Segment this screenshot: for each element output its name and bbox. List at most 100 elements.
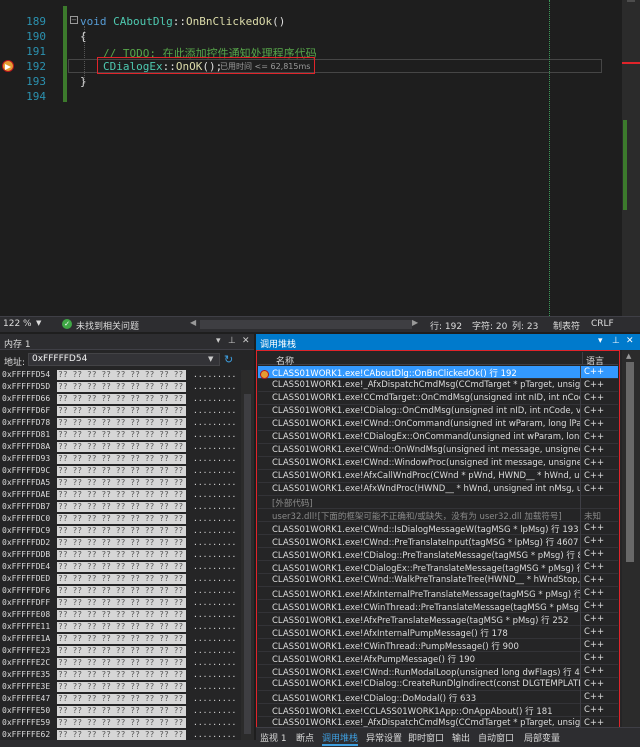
scroll-right-icon[interactable]: ▶ xyxy=(412,318,418,327)
memory-row[interactable]: 0xFFFFFE11 ?? ?? ?? ?? ?? ?? ?? ?? ??....… xyxy=(0,622,240,633)
memory-hex-bytes[interactable]: ?? ?? ?? ?? ?? ?? ?? ?? ?? xyxy=(57,694,186,704)
collapse-toggle-icon[interactable]: − xyxy=(70,16,78,24)
line-ending[interactable]: CRLF xyxy=(591,319,614,329)
memory-row[interactable]: 0xFFFFFD93 ?? ?? ?? ?? ?? ?? ?? ?? ??....… xyxy=(0,454,240,465)
memory-row[interactable]: 0xFFFFFE62 ?? ?? ?? ?? ?? ?? ?? ?? ??....… xyxy=(0,730,240,740)
refresh-icon[interactable]: ↻ xyxy=(224,353,233,366)
memory-row[interactable]: 0xFFFFFD78 ?? ?? ?? ?? ?? ?? ?? ?? ??....… xyxy=(0,418,240,429)
memory-row[interactable]: 0xFFFFFDFF ?? ?? ?? ?? ?? ?? ?? ?? ??....… xyxy=(0,598,240,609)
memory-hex-bytes[interactable]: ?? ?? ?? ?? ?? ?? ?? ?? ?? xyxy=(57,514,186,524)
memory-hex-bytes[interactable]: ?? ?? ?? ?? ?? ?? ?? ?? ?? xyxy=(57,562,186,572)
zoom-level[interactable]: 122 % xyxy=(3,319,32,329)
memory-row[interactable]: 0xFFFFFD54 ?? ?? ?? ?? ?? ?? ?? ?? ??....… xyxy=(0,370,240,381)
memory-hex-bytes[interactable]: ?? ?? ?? ?? ?? ?? ?? ?? ?? xyxy=(57,490,186,500)
tab-3[interactable]: 调用堆栈 xyxy=(322,731,359,746)
memory-hex-bytes[interactable]: ?? ?? ?? ?? ?? ?? ?? ?? ?? xyxy=(57,478,186,488)
memory-hex-bytes[interactable]: ?? ?? ?? ?? ?? ?? ?? ?? ?? xyxy=(57,658,186,668)
current-statement-breakpoint-icon[interactable] xyxy=(2,60,14,72)
memory-hex-bytes[interactable]: ?? ?? ?? ?? ?? ?? ?? ?? ?? xyxy=(57,622,186,632)
issues-status[interactable]: 未找到相关问题 xyxy=(76,319,139,332)
memory-hex-bytes[interactable]: ?? ?? ?? ?? ?? ?? ?? ?? ?? xyxy=(57,706,186,716)
memory-row[interactable]: 0xFFFFFDE4 ?? ?? ?? ?? ?? ?? ?? ?? ??....… xyxy=(0,562,240,573)
dropdown-icon[interactable]: ▾ xyxy=(216,336,221,346)
close-icon[interactable]: ✕ xyxy=(242,336,250,346)
memory-row[interactable]: 0xFFFFFE3E ?? ?? ?? ?? ?? ?? ?? ?? ??....… xyxy=(0,682,240,693)
memory-row[interactable]: 0xFFFFFDA5 ?? ?? ?? ?? ?? ?? ?? ?? ??....… xyxy=(0,478,240,489)
memory-hex-bytes[interactable]: ?? ?? ?? ?? ?? ?? ?? ?? ?? xyxy=(57,394,186,404)
code-line-190[interactable]: { xyxy=(80,30,87,43)
memory-row[interactable]: 0xFFFFFDD2 ?? ?? ?? ?? ?? ?? ?? ?? ??....… xyxy=(0,538,240,549)
memory-row[interactable]: 0xFFFFFDB7 ?? ?? ?? ?? ?? ?? ?? ?? ??....… xyxy=(0,502,240,513)
memory-hex-bytes[interactable]: ?? ?? ?? ?? ?? ?? ?? ?? ?? xyxy=(57,406,186,416)
memory-hex-bytes[interactable]: ?? ?? ?? ?? ?? ?? ?? ?? ?? xyxy=(57,646,186,656)
memory-hex-bytes[interactable]: ?? ?? ?? ?? ?? ?? ?? ?? ?? xyxy=(57,382,186,392)
memory-row[interactable]: 0xFFFFFE1A ?? ?? ?? ?? ?? ?? ?? ?? ??....… xyxy=(0,634,240,645)
tab-6[interactable]: 输出 xyxy=(452,731,470,744)
memory-hex-bytes[interactable]: ?? ?? ?? ?? ?? ?? ?? ?? ?? xyxy=(57,454,186,464)
scroll-left-icon[interactable]: ◀ xyxy=(190,318,196,327)
line-number: 192 xyxy=(26,60,46,73)
memory-hex-bytes[interactable]: ?? ?? ?? ?? ?? ?? ?? ?? ?? xyxy=(57,718,186,728)
memory-row[interactable]: 0xFFFFFD81 ?? ?? ?? ?? ?? ?? ?? ?? ??....… xyxy=(0,430,240,441)
indent-mode[interactable]: 制表符 xyxy=(553,319,580,332)
address-input[interactable]: 0xFFFFFD54 xyxy=(28,353,220,366)
code-line-189[interactable]: void CAboutDlg::OnBnClickedOk() xyxy=(80,15,285,28)
memory-row[interactable]: 0xFFFFFE2C ?? ?? ?? ?? ?? ?? ?? ?? ??....… xyxy=(0,658,240,669)
memory-hex-bytes[interactable]: ?? ?? ?? ?? ?? ?? ?? ?? ?? xyxy=(57,502,186,512)
memory-hex-bytes[interactable]: ?? ?? ?? ?? ?? ?? ?? ?? ?? xyxy=(57,670,186,680)
memory-row[interactable]: 0xFFFFFE50 ?? ?? ?? ?? ?? ?? ?? ?? ??....… xyxy=(0,706,240,717)
tab-7[interactable]: 自动窗口 xyxy=(478,731,514,744)
tab-8[interactable]: 局部变量 xyxy=(524,731,560,744)
memory-row[interactable]: 0xFFFFFD6F ?? ?? ?? ?? ?? ?? ?? ?? ??....… xyxy=(0,406,240,417)
memory-hex-bytes[interactable]: ?? ?? ?? ?? ?? ?? ?? ?? ?? xyxy=(57,442,186,452)
memory-hex-bytes[interactable]: ?? ?? ?? ?? ?? ?? ?? ?? ?? xyxy=(57,466,186,476)
memory-hex-bytes[interactable]: ?? ?? ?? ?? ?? ?? ?? ?? ?? xyxy=(57,550,186,560)
tab-5[interactable]: 即时窗口 xyxy=(408,731,444,744)
memory-hex-bytes[interactable]: ?? ?? ?? ?? ?? ?? ?? ?? ?? xyxy=(57,598,186,608)
memory-window-titlebar[interactable]: 内存 1 ▾ ⊥ ✕ xyxy=(0,334,254,350)
memory-row[interactable]: 0xFFFFFDF6 ?? ?? ?? ?? ?? ?? ?? ?? ??....… xyxy=(0,586,240,597)
chevron-down-icon[interactable]: ▼ xyxy=(36,319,41,327)
memory-hex-bytes[interactable]: ?? ?? ?? ?? ?? ?? ?? ?? ?? xyxy=(57,730,186,740)
memory-row[interactable]: 0xFFFFFE47 ?? ?? ?? ?? ?? ?? ?? ?? ??....… xyxy=(0,694,240,705)
callstack-titlebar[interactable]: 调用堆栈 ▾ ⊥ ✕ xyxy=(256,334,640,350)
memory-row[interactable]: 0xFFFFFD9C ?? ?? ?? ?? ?? ?? ?? ?? ??....… xyxy=(0,466,240,477)
memory-row[interactable]: 0xFFFFFDDB ?? ?? ?? ?? ?? ?? ?? ?? ??....… xyxy=(0,550,240,561)
memory-hex-bytes[interactable]: ?? ?? ?? ?? ?? ?? ?? ?? ?? xyxy=(57,634,186,644)
memory-row[interactable]: 0xFFFFFE23 ?? ?? ?? ?? ?? ?? ?? ?? ??....… xyxy=(0,646,240,657)
memory-row[interactable]: 0xFFFFFE59 ?? ?? ?? ?? ?? ?? ?? ?? ??....… xyxy=(0,718,240,729)
code-line-193[interactable]: } xyxy=(80,75,87,88)
chevron-down-icon[interactable]: ▼ xyxy=(208,355,213,363)
tab-1[interactable]: 监视 1 xyxy=(260,731,287,744)
memory-row[interactable]: 0xFFFFFDED ?? ?? ?? ?? ?? ?? ?? ?? ??....… xyxy=(0,574,240,585)
memory-row[interactable]: 0xFFFFFD5D ?? ?? ?? ?? ?? ?? ?? ?? ??....… xyxy=(0,382,240,393)
memory-hex-bytes[interactable]: ?? ?? ?? ?? ?? ?? ?? ?? ?? xyxy=(57,538,186,548)
perf-tip[interactable]: 已用时间 <= 62,815ms xyxy=(220,61,310,72)
memory-row[interactable]: 0xFFFFFDC0 ?? ?? ?? ?? ?? ?? ?? ?? ??....… xyxy=(0,514,240,525)
memory-row[interactable]: 0xFFFFFDC9 ?? ?? ?? ?? ?? ?? ?? ?? ??....… xyxy=(0,526,240,537)
memory-row[interactable]: 0xFFFFFDAE ?? ?? ?? ?? ?? ?? ?? ?? ??....… xyxy=(0,490,240,501)
memory-hex-bytes[interactable]: ?? ?? ?? ?? ?? ?? ?? ?? ?? xyxy=(57,418,186,428)
memory-row[interactable]: 0xFFFFFD66 ?? ?? ?? ?? ?? ?? ?? ?? ??....… xyxy=(0,394,240,405)
scroll-up-icon[interactable]: ▲ xyxy=(626,352,631,360)
memory-row[interactable]: 0xFFFFFE08 ?? ?? ?? ?? ?? ?? ?? ?? ??....… xyxy=(0,610,240,621)
memory-hex-bytes[interactable]: ?? ?? ?? ?? ?? ?? ?? ?? ?? xyxy=(57,574,186,584)
memory-row[interactable]: 0xFFFFFE35 ?? ?? ?? ?? ?? ?? ?? ?? ??....… xyxy=(0,670,240,681)
code-editor[interactable]: 189 190 191 192 193 194 − void CAboutDlg… xyxy=(0,0,640,316)
tab-4[interactable]: 异常设置 xyxy=(366,731,402,744)
memory-hex-bytes[interactable]: ?? ?? ?? ?? ?? ?? ?? ?? ?? xyxy=(57,682,186,692)
pin-icon[interactable]: ⊥ xyxy=(228,336,236,346)
scrollbar-thumb[interactable] xyxy=(626,362,634,562)
memory-row[interactable]: 0xFFFFFD8A ?? ?? ?? ?? ?? ?? ?? ?? ??....… xyxy=(0,442,240,453)
memory-hex-bytes[interactable]: ?? ?? ?? ?? ?? ?? ?? ?? ?? xyxy=(57,586,186,596)
dropdown-icon[interactable]: ▾ xyxy=(598,336,603,346)
pin-icon[interactable]: ⊥ xyxy=(612,336,620,346)
close-icon[interactable]: ✕ xyxy=(626,336,634,346)
memory-hex-bytes[interactable]: ?? ?? ?? ?? ?? ?? ?? ?? ?? xyxy=(57,610,186,620)
memory-hex-bytes[interactable]: ?? ?? ?? ?? ?? ?? ?? ?? ?? xyxy=(57,430,186,440)
memory-hex-bytes[interactable]: ?? ?? ?? ?? ?? ?? ?? ?? ?? xyxy=(57,526,186,536)
memory-hex-bytes[interactable]: ?? ?? ?? ?? ?? ?? ?? ?? ?? xyxy=(57,370,186,380)
scrollbar-thumb[interactable] xyxy=(244,394,251,734)
editor-horizontal-scrollbar[interactable] xyxy=(200,320,412,329)
tab-2[interactable]: 断点 xyxy=(296,731,314,744)
